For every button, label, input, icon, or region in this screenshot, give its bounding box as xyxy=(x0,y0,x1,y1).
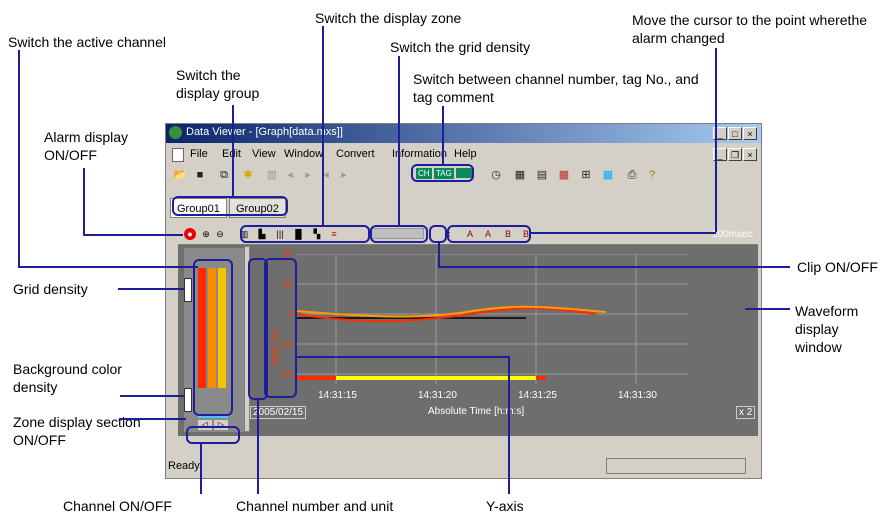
title-bar: Data Viewer - [Graph[data.mxs]] xyxy=(166,124,761,143)
connector xyxy=(745,308,790,310)
zoom-out-icon[interactable]: ⊖ xyxy=(214,228,226,240)
label-waveform-window: Waveform display window xyxy=(795,303,859,355)
connector xyxy=(232,105,234,196)
table-icon[interactable]: ▤ xyxy=(534,167,550,183)
print-icon[interactable]: ⎙ xyxy=(624,167,640,183)
label-bg-color-density: Background color density xyxy=(13,361,122,395)
connector xyxy=(200,444,202,494)
label-grid-density: Grid density xyxy=(13,281,88,297)
alarm-display-icon[interactable]: ● xyxy=(184,228,196,240)
connector xyxy=(257,400,259,494)
connector xyxy=(120,395,184,397)
document-icon xyxy=(172,148,184,162)
highlight-tabs xyxy=(172,196,288,216)
connector xyxy=(296,356,510,358)
cursor-a-right-icon[interactable]: ▸ xyxy=(300,167,316,183)
menu-window[interactable]: Window xyxy=(284,148,323,160)
connector xyxy=(438,266,790,268)
zoom-in-icon[interactable]: ⊕ xyxy=(200,228,212,240)
label-alarm-display: Alarm display ON/OFF xyxy=(44,129,129,163)
close-button[interactable]: × xyxy=(743,127,757,140)
connector xyxy=(18,50,20,268)
open-icon[interactable]: 📂 xyxy=(172,167,188,183)
highlight-grid-density xyxy=(370,225,428,243)
graph-icon[interactable]: ▦ xyxy=(512,167,528,183)
menu-view[interactable]: View xyxy=(252,148,276,160)
mdi-close-button[interactable]: × xyxy=(743,148,757,161)
highlight-channel-bars xyxy=(193,259,233,416)
highlight-zone-buttons xyxy=(240,225,370,243)
clock-icon[interactable]: ◷ xyxy=(488,167,504,183)
save-icon[interactable]: ■ xyxy=(192,167,208,183)
highlight-y-axis xyxy=(264,258,297,398)
time-per-div: 100msec xyxy=(712,229,753,240)
x-tick-label: 14:31:25 xyxy=(518,390,557,401)
highlight-channel-buttons xyxy=(186,426,240,444)
help-icon[interactable]: ? xyxy=(644,167,660,183)
connector xyxy=(83,234,183,236)
x-tick-label: 14:31:30 xyxy=(618,390,657,401)
cursor-b-left-icon[interactable]: ◂ xyxy=(318,167,334,183)
label-channel-number-unit: Channel number and unit xyxy=(236,498,394,514)
connector xyxy=(442,106,444,164)
label-grid-density-switch: Switch the grid density xyxy=(390,39,531,55)
highlight-clip xyxy=(429,225,447,243)
connector xyxy=(438,243,440,267)
label-active-channel: Switch the active channel xyxy=(8,34,166,50)
app-icon xyxy=(169,126,182,139)
highlight-cursor-buttons xyxy=(447,225,531,243)
bg-color-density-slider[interactable] xyxy=(184,388,192,412)
highlight-channel-tag-buttons xyxy=(411,164,474,182)
label-channel-onoff: Channel ON/OFF xyxy=(63,498,172,514)
connector xyxy=(118,288,184,290)
label-y-axis: Y-axis xyxy=(486,498,524,514)
grid-density-slider[interactable] xyxy=(184,278,192,302)
color-icon[interactable]: ▦ xyxy=(600,167,616,183)
waveform-window[interactable] xyxy=(296,254,688,384)
label-display-zone: Switch the display zone xyxy=(315,10,462,26)
label-move-cursor: Move the cursor to the point wherethe al… xyxy=(632,12,868,46)
auto-icon[interactable]: ✱ xyxy=(240,167,256,183)
window-title: Data Viewer - [Graph[data.mxs]] xyxy=(186,126,343,138)
zoom-label: x 2 xyxy=(736,406,756,419)
label-display-group: Switch the display group xyxy=(176,67,260,101)
menu-file[interactable]: File xyxy=(190,148,208,160)
multi-icon[interactable]: ▩ xyxy=(556,167,572,183)
status-panel xyxy=(606,458,746,474)
trace-orange xyxy=(296,305,607,318)
copy-icon[interactable]: ⧉ xyxy=(216,167,232,183)
connector xyxy=(18,266,198,268)
connector xyxy=(715,48,717,232)
x-tick-label: 14:31:15 xyxy=(318,390,357,401)
connector xyxy=(508,356,510,494)
connector xyxy=(530,232,716,234)
status-text: Ready xyxy=(168,460,200,472)
menu-information[interactable]: Information xyxy=(392,148,447,160)
cursor-icon[interactable]: ▥ xyxy=(264,167,280,183)
cursor-b-right-icon[interactable]: ▸ xyxy=(336,167,352,183)
grid-icon[interactable]: ⊞ xyxy=(578,167,594,183)
maximize-button[interactable]: □ xyxy=(728,127,742,140)
connector xyxy=(83,168,85,235)
label-clip: Clip ON/OFF xyxy=(797,259,878,275)
menu-convert[interactable]: Convert xyxy=(336,148,375,160)
cursor-a-left-icon[interactable]: ◂ xyxy=(282,167,298,183)
connector xyxy=(322,26,324,225)
x-tick-label: 14:31:20 xyxy=(418,390,457,401)
label-channel-tag: Switch between channel number, tag No., … xyxy=(413,71,699,105)
menu-help[interactable]: Help xyxy=(454,148,477,160)
connector xyxy=(398,56,400,225)
mdi-restore-button[interactable]: ❐ xyxy=(728,148,742,161)
connector xyxy=(120,418,186,420)
